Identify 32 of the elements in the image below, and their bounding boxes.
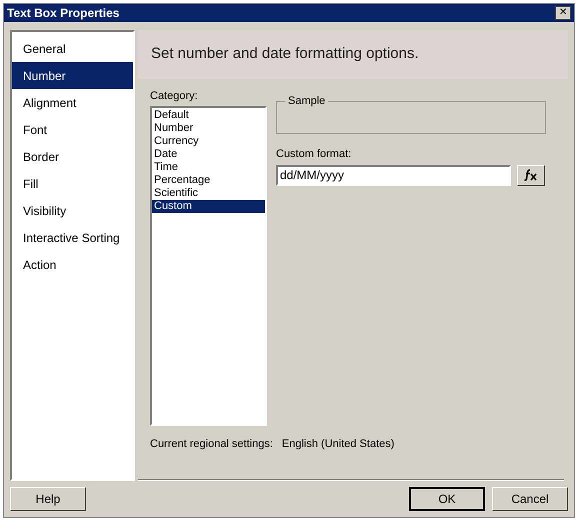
field-label: Custom format:: [276, 147, 352, 162]
category-item[interactable]: Date: [152, 148, 265, 160]
sidebar-item[interactable]: General: [12, 35, 133, 62]
group-label: Sample: [285, 93, 328, 110]
category-list[interactable]: Default Number Currency Date Time Percentage Scientific Custom: [150, 106, 267, 426]
category-item[interactable]: Currency: [152, 134, 265, 148]
sidebar-item[interactable]: Fill: [12, 170, 133, 197]
field-label: Current regional settings:: [150, 436, 273, 452]
function-icon: [524, 169, 538, 181]
sidebar-item[interactable]: Border: [12, 143, 133, 170]
sidebar-item[interactable]: Interactive Sorting: [12, 224, 133, 251]
help-button[interactable]: Help: [10, 487, 86, 511]
regional-setting-value: English (United States): [282, 436, 394, 452]
window-title: Text Box Properties: [7, 5, 120, 22]
close-button[interactable]: ✕: [555, 6, 571, 20]
category-item[interactable]: Scientific: [152, 186, 265, 200]
ok-button[interactable]: OK: [409, 487, 485, 511]
cancel-button[interactable]: Cancel: [492, 487, 568, 511]
sidebar-item[interactable]: Action: [12, 251, 133, 278]
field-label: Category:: [150, 89, 199, 104]
sidebar-item[interactable]: Number: [12, 62, 133, 89]
expression-button[interactable]: [517, 164, 545, 186]
category-item[interactable]: Time: [152, 160, 265, 174]
category-item[interactable]: Default: [152, 108, 265, 122]
sidebar-item[interactable]: Alignment: [12, 89, 133, 116]
category-item[interactable]: Number: [152, 122, 265, 134]
category-item[interactable]: Percentage: [152, 174, 265, 186]
custom-format-field[interactable]: dd/MM/yyyy: [276, 164, 511, 186]
category-item[interactable]: Custom: [152, 200, 265, 212]
page-heading: Set number and date formatting options.: [151, 44, 419, 64]
sidebar-item[interactable]: Font: [12, 116, 133, 143]
sidebar-item[interactable]: Visibility: [12, 197, 133, 224]
